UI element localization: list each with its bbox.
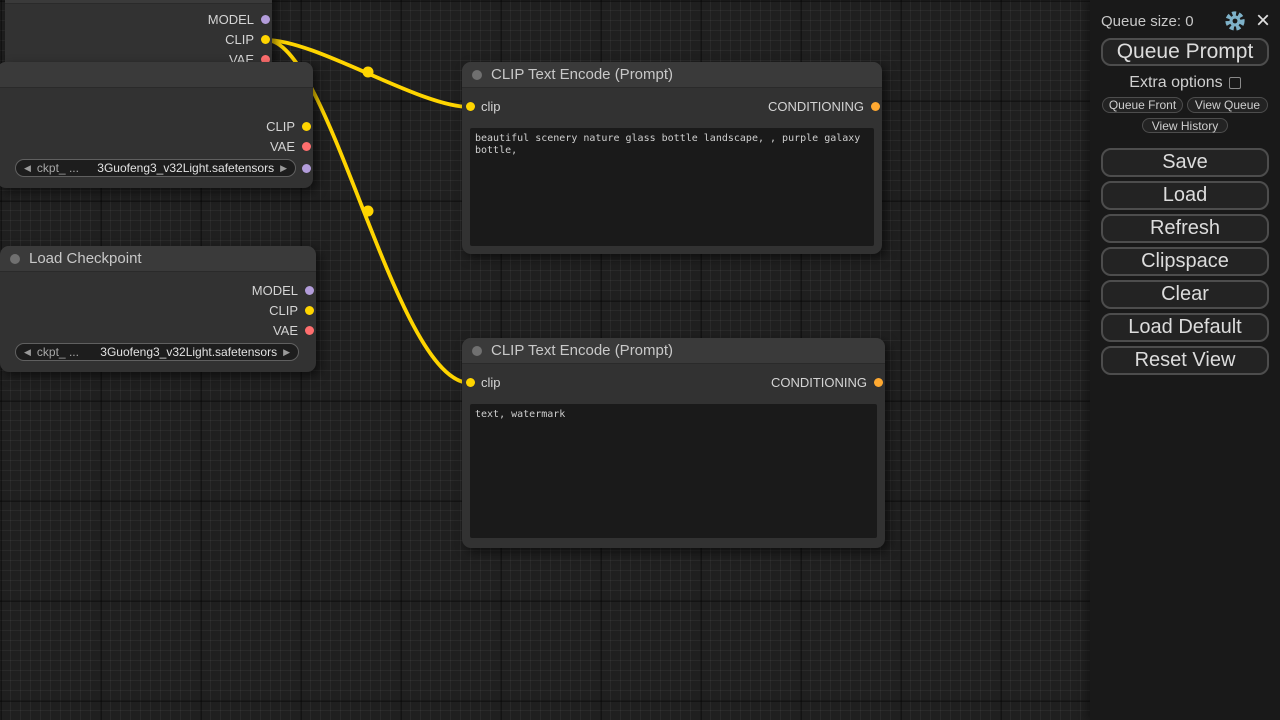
clipspace-button[interactable]: Clipspace — [1101, 247, 1269, 276]
close-icon[interactable]: × — [1254, 11, 1272, 31]
vae-output-dot[interactable] — [305, 326, 314, 335]
node-clip-text-encode-positive[interactable]: CLIP Text Encode (Prompt) clip CONDITION… — [462, 62, 882, 254]
output-label-model: MODEL — [252, 283, 298, 298]
widget-prev-icon[interactable]: ◀ — [24, 160, 31, 176]
wire-midpoint-dot — [363, 206, 374, 217]
ckpt-name-widget[interactable]: ◀ ckpt_ ... 3Guofeng3_v32Light.safetenso… — [15, 159, 296, 177]
node-title-bar[interactable]: CLIP Text Encode (Prompt) — [462, 338, 885, 364]
view-queue-button[interactable]: View Queue — [1187, 97, 1268, 113]
load-default-button[interactable]: Load Default — [1101, 313, 1269, 342]
output-label-conditioning: CONDITIONING — [768, 99, 864, 114]
vae-output-dot[interactable] — [302, 142, 311, 151]
output-label-vae: VAE — [270, 139, 295, 154]
extra-options-checkbox[interactable] — [1229, 77, 1241, 89]
node-title: CLIP Text Encode (Prompt) — [491, 342, 673, 359]
widget-label: ckpt_ ... — [37, 345, 79, 359]
menu-header: Queue size: 0 × — [1101, 8, 1272, 34]
queue-prompt-button[interactable]: Queue Prompt — [1101, 38, 1269, 66]
settings-gear-icon[interactable] — [1224, 10, 1246, 32]
node-load-checkpoint-bottom[interactable]: Load Checkpoint MODEL CLIP VAE ◀ ckpt_ .… — [0, 246, 316, 372]
node-status-dot-icon — [472, 70, 482, 80]
node-title-bar[interactable] — [5, 0, 272, 4]
node-title-bar[interactable]: Load Checkpoint — [0, 246, 316, 272]
widget-label: ckpt_ ... — [37, 161, 79, 175]
load-button[interactable]: Load — [1101, 181, 1269, 210]
clip-output-dot[interactable] — [302, 122, 311, 131]
node-load-checkpoint-mid[interactable]: MODEL CLIP VAE ◀ ckpt_ ... 3Guofeng3_v32… — [0, 62, 313, 188]
prompt-textarea[interactable]: text, watermark — [470, 404, 877, 538]
widget-next-icon[interactable]: ▶ — [283, 344, 290, 360]
node-title: CLIP Text Encode (Prompt) — [491, 66, 673, 83]
view-history-button[interactable]: View History — [1142, 118, 1228, 133]
output-label-clip: CLIP — [269, 303, 298, 318]
extra-options-row: Extra options — [1090, 74, 1280, 92]
node-status-dot-icon — [472, 346, 482, 356]
model-output-dot[interactable] — [305, 286, 314, 295]
node-status-dot-icon — [10, 254, 20, 264]
clip-output-dot[interactable] — [261, 35, 270, 44]
clip-input-dot[interactable] — [466, 378, 475, 387]
conditioning-output-dot[interactable] — [871, 102, 880, 111]
input-label-clip: clip — [481, 375, 501, 390]
wire-midpoint-dot — [363, 67, 374, 78]
comfy-menu-panel: Queue size: 0 × Queue Prompt Extra optio… — [1090, 0, 1280, 720]
model-output-dot[interactable] — [302, 164, 311, 173]
prompt-textarea[interactable]: beautiful scenery nature glass bottle la… — [470, 128, 874, 246]
extra-options-label: Extra options — [1129, 74, 1222, 92]
clip-output-dot[interactable] — [305, 306, 314, 315]
output-label-clip: CLIP — [225, 32, 254, 47]
queue-size-label: Queue size: 0 — [1101, 13, 1224, 30]
widget-next-icon[interactable]: ▶ — [280, 160, 287, 176]
comfyui-canvas[interactable]: { "colors": { "canvas_bg": "#1f1f1f", "n… — [0, 0, 1280, 720]
widget-prev-icon[interactable]: ◀ — [24, 344, 31, 360]
output-label-clip: CLIP — [266, 119, 295, 134]
output-label-model: MODEL — [208, 12, 254, 27]
input-label-clip: clip — [481, 99, 501, 114]
widget-value: 3Guofeng3_v32Light.safetensors — [79, 161, 274, 175]
clear-button[interactable]: Clear — [1101, 280, 1269, 309]
output-label-conditioning: CONDITIONING — [771, 375, 867, 390]
node-clip-text-encode-negative[interactable]: CLIP Text Encode (Prompt) clip CONDITION… — [462, 338, 885, 548]
node-title: Load Checkpoint — [29, 250, 142, 267]
node-title-bar[interactable] — [0, 62, 313, 88]
clip-input-dot[interactable] — [466, 102, 475, 111]
queue-front-button[interactable]: Queue Front — [1102, 97, 1183, 113]
output-label-vae: VAE — [273, 323, 298, 338]
node-title-bar[interactable]: CLIP Text Encode (Prompt) — [462, 62, 882, 88]
model-output-dot[interactable] — [261, 15, 270, 24]
refresh-button[interactable]: Refresh — [1101, 214, 1269, 243]
conditioning-output-dot[interactable] — [874, 378, 883, 387]
save-button[interactable]: Save — [1101, 148, 1269, 177]
ckpt-name-widget[interactable]: ◀ ckpt_ ... 3Guofeng3_v32Light.safetenso… — [15, 343, 299, 361]
widget-value: 3Guofeng3_v32Light.safetensors — [79, 345, 277, 359]
reset-view-button[interactable]: Reset View — [1101, 346, 1269, 375]
